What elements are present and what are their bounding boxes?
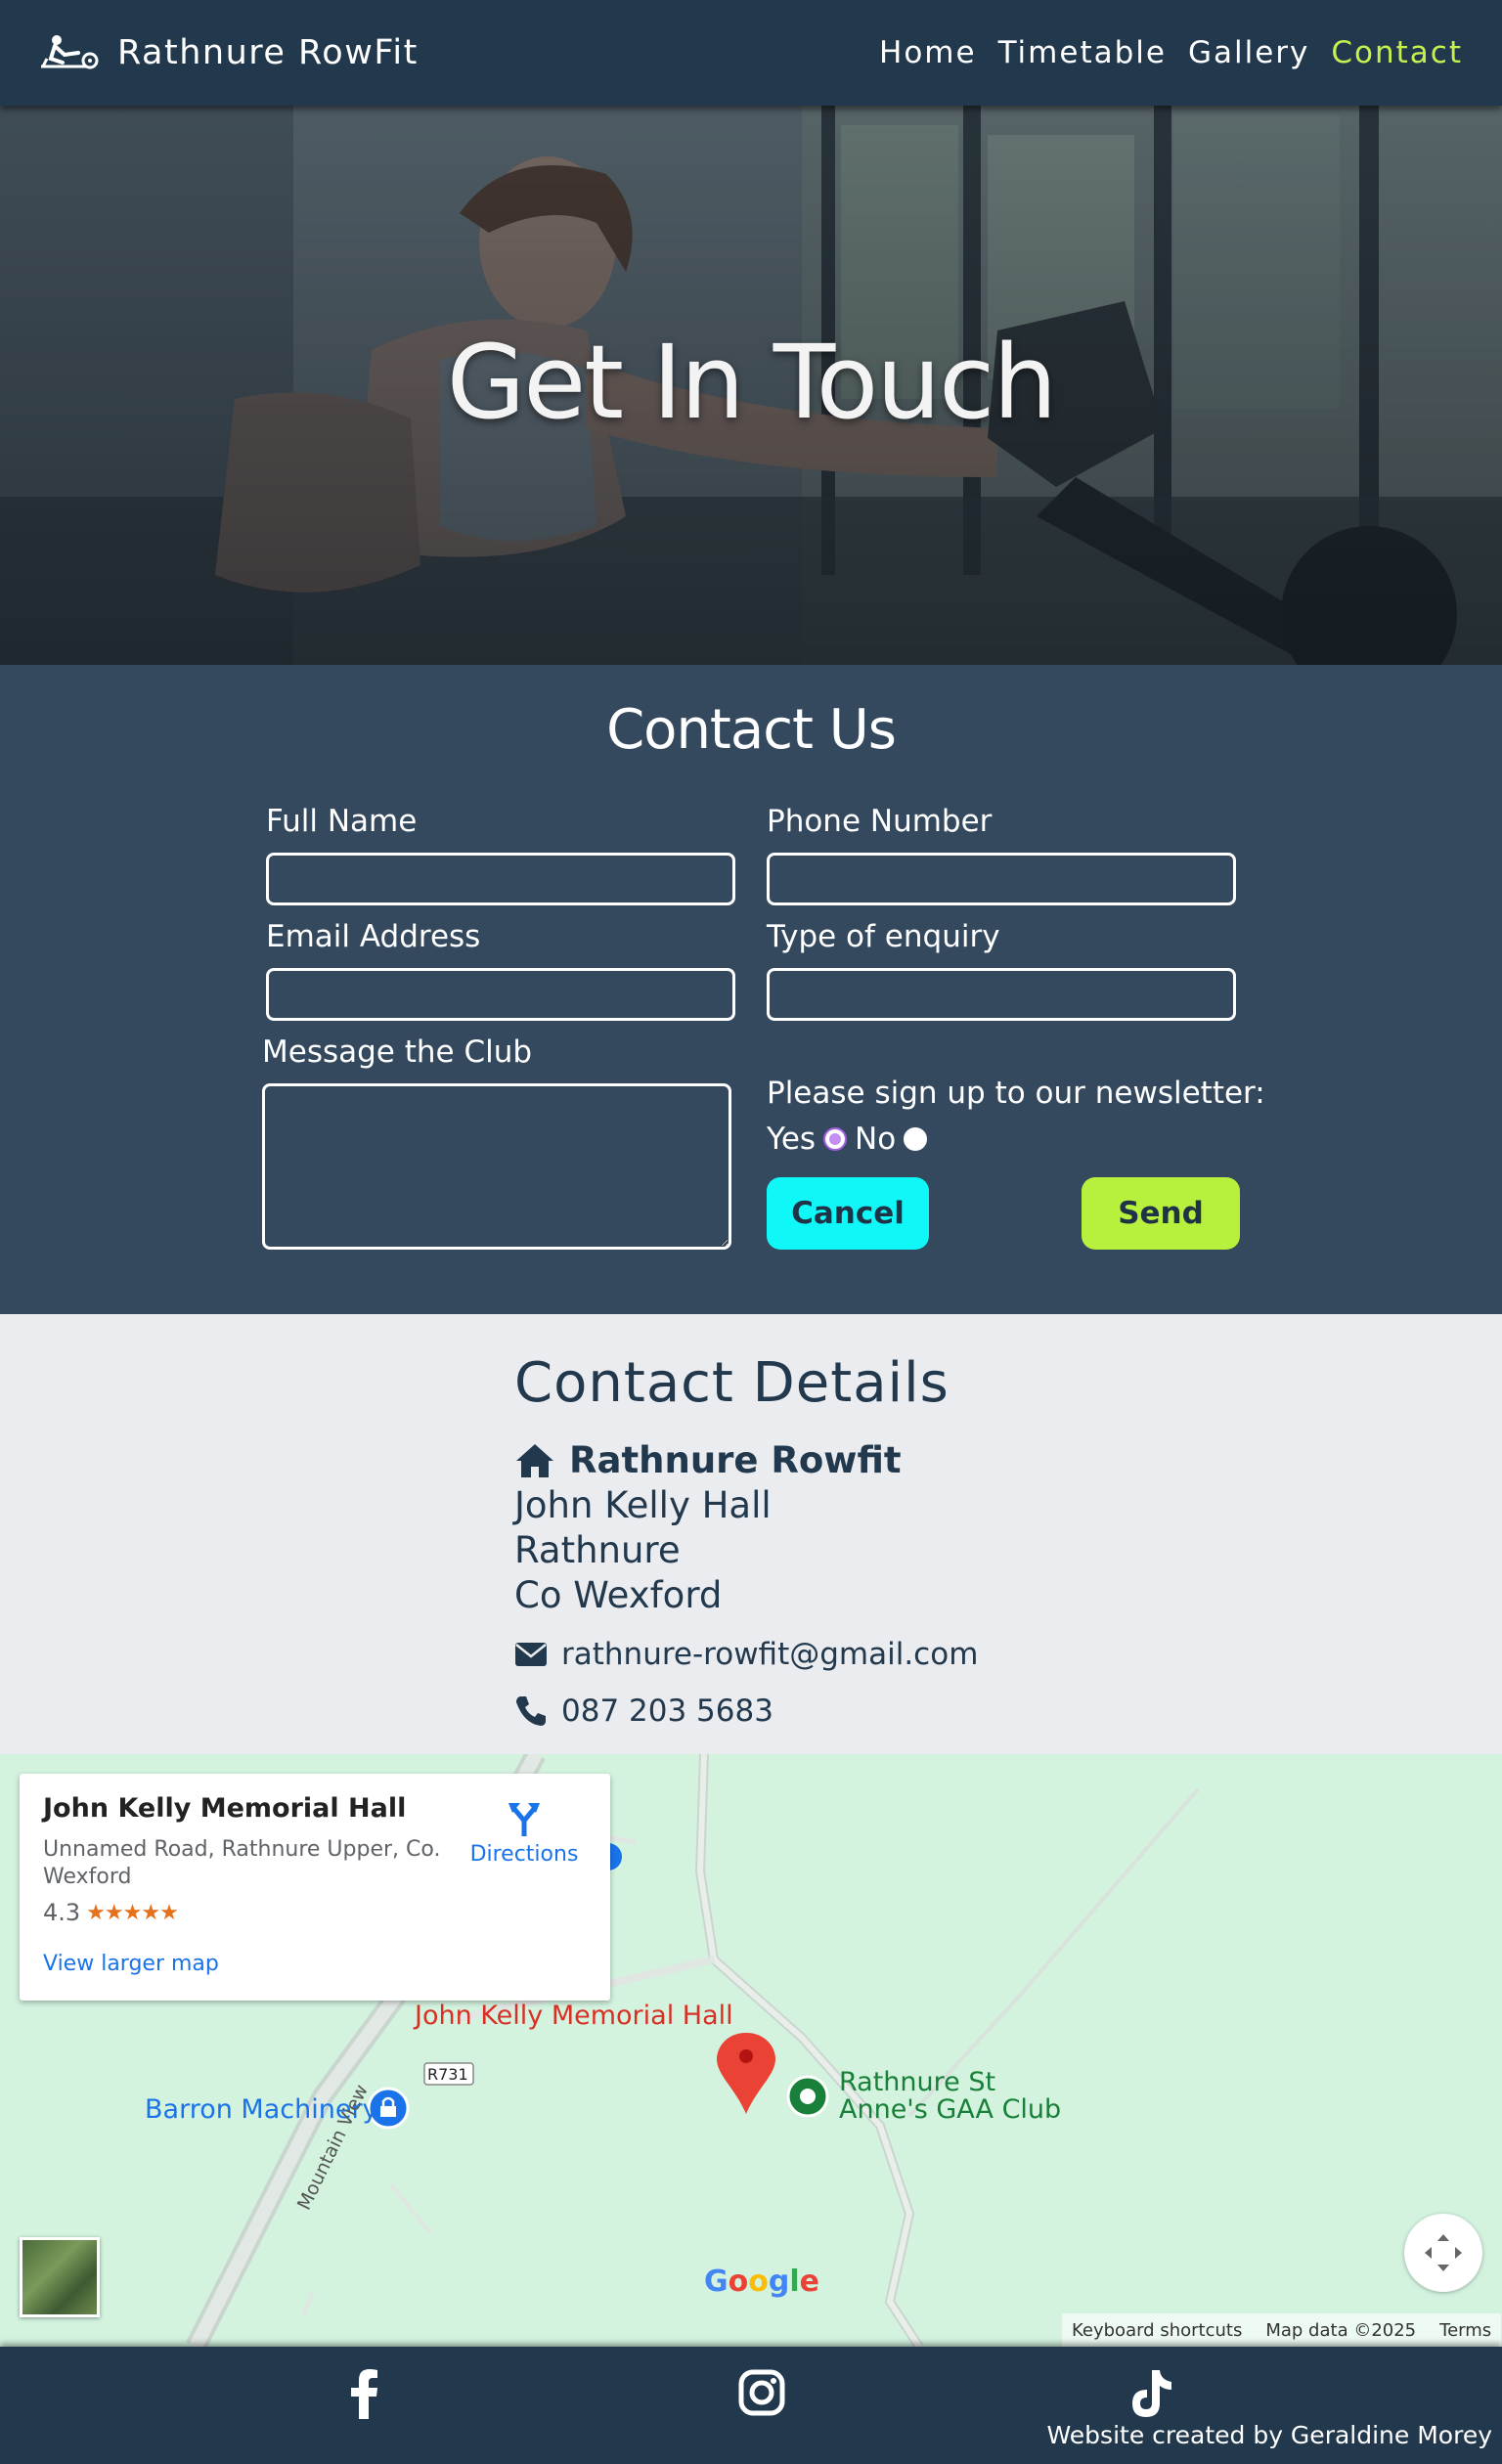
send-button[interactable]: Send: [1082, 1177, 1240, 1250]
contact-form-section: Contact Us Full Name Phone Number Email …: [0, 665, 1502, 1314]
email-link[interactable]: rathnure-rowfit@gmail.com: [561, 1637, 978, 1672]
enquiry-type-input[interactable]: [767, 968, 1236, 1021]
newsletter-radio-group: Yes No: [767, 1122, 928, 1157]
map-data-label: Map data ©2025: [1265, 2319, 1417, 2341]
directions-label: Directions: [469, 1842, 579, 1867]
address-line-1: John Kelly Hall: [514, 1484, 772, 1526]
newsletter-no-radio[interactable]: [904, 1127, 928, 1151]
envelope-icon: [515, 1643, 547, 1666]
nav-contact-link[interactable]: Contact: [1331, 35, 1463, 70]
gaa-club-label-line-2[interactable]: Anne's GAA Club: [839, 2094, 1061, 2125]
brand[interactable]: Rathnure RowFit: [39, 33, 419, 72]
phone-link[interactable]: 087 203 5683: [561, 1694, 773, 1729]
contact-details-section: Contact Details Rathnure Rowfit John Kel…: [0, 1314, 1502, 1754]
hero-banner: Get In Touch: [0, 106, 1502, 665]
club-name: Rathnure Rowfit: [569, 1439, 902, 1481]
gaa-club-label-line-1[interactable]: Rathnure St: [839, 2067, 995, 2097]
club-name-row: Rathnure Rowfit: [514, 1439, 902, 1481]
map-attribution: Keyboard shortcuts Map data ©2025 Terms: [1062, 2313, 1502, 2347]
hero-title: Get In Touch: [446, 323, 1058, 442]
website-credit: Website created by Geraldine Morey: [1046, 2421, 1492, 2449]
directions-button[interactable]: Directions: [465, 1793, 583, 1867]
footer: Website created by Geraldine Morey: [0, 2347, 1502, 2464]
full-name-input[interactable]: [266, 853, 735, 905]
map-place-card: John Kelly Memorial Hall Unnamed Road, R…: [20, 1774, 610, 2001]
message-textarea[interactable]: [262, 1083, 731, 1250]
cancel-button[interactable]: Cancel: [767, 1177, 929, 1250]
enquiry-type-label: Type of enquiry: [767, 919, 1000, 954]
newsletter-yes-label: Yes: [767, 1122, 817, 1157]
nav-timetable-link[interactable]: Timetable: [998, 35, 1167, 70]
road-shield-r731: R731: [427, 2065, 468, 2084]
view-larger-map-link[interactable]: View larger map: [43, 1952, 219, 1976]
place-address: Unnamed Road, Rathnure Upper, Co. Wexfor…: [43, 1837, 441, 1889]
instagram-icon[interactable]: [737, 2368, 786, 2417]
directions-icon: [508, 1803, 540, 1836]
phone-icon: [516, 1696, 546, 1726]
address-line-3: Co Wexford: [514, 1574, 723, 1616]
google-logo: Google: [704, 2265, 820, 2299]
rating-stars-icon: ★★★★★: [86, 1900, 179, 1925]
message-label: Message the Club: [262, 1034, 533, 1070]
full-name-label: Full Name: [266, 804, 418, 839]
newsletter-label: Please sign up to our newsletter:: [767, 1076, 1265, 1111]
navbar: Rathnure RowFit Home Timetable Gallery C…: [0, 0, 1502, 106]
contact-details-heading: Contact Details: [514, 1351, 950, 1415]
rower-logo-icon: [41, 35, 99, 69]
email-address-input[interactable]: [266, 968, 735, 1021]
move-arrows-icon: [1425, 2234, 1462, 2271]
place-rating: 4.3 ★★★★★: [43, 1899, 179, 1926]
email-row: rathnure-rowfit@gmail.com: [514, 1637, 978, 1672]
terms-link[interactable]: Terms: [1439, 2320, 1491, 2341]
newsletter-no-label: No: [855, 1122, 897, 1157]
brand-name: Rathnure RowFit: [117, 33, 419, 72]
phone-row: 087 203 5683: [514, 1694, 773, 1729]
nav-links: Home Timetable Gallery Contact: [879, 35, 1463, 70]
keyboard-shortcuts-link[interactable]: Keyboard shortcuts: [1072, 2320, 1242, 2341]
nav-gallery-link[interactable]: Gallery: [1188, 35, 1309, 70]
rating-value: 4.3: [43, 1899, 81, 1926]
facebook-icon[interactable]: [344, 2368, 383, 2419]
newsletter-yes-radio[interactable]: [823, 1127, 848, 1151]
tiktok-icon[interactable]: [1128, 2368, 1173, 2419]
google-map[interactable]: R731 John Kelly Memorial Hall Barron Mac…: [0, 1754, 1502, 2347]
phone-number-input[interactable]: [767, 853, 1236, 905]
phone-number-label: Phone Number: [767, 804, 993, 839]
address-line-2: Rathnure: [514, 1529, 681, 1571]
contact-us-heading: Contact Us: [606, 698, 897, 762]
satellite-toggle[interactable]: [20, 2237, 100, 2317]
map-fullscreen-button[interactable]: [1404, 2214, 1482, 2292]
map-pin-label[interactable]: John Kelly Memorial Hall: [415, 2001, 733, 2031]
place-title: John Kelly Memorial Hall: [43, 1793, 407, 1824]
home-icon: [516, 1443, 553, 1477]
nav-home-link[interactable]: Home: [879, 35, 977, 70]
email-address-label: Email Address: [266, 919, 481, 954]
